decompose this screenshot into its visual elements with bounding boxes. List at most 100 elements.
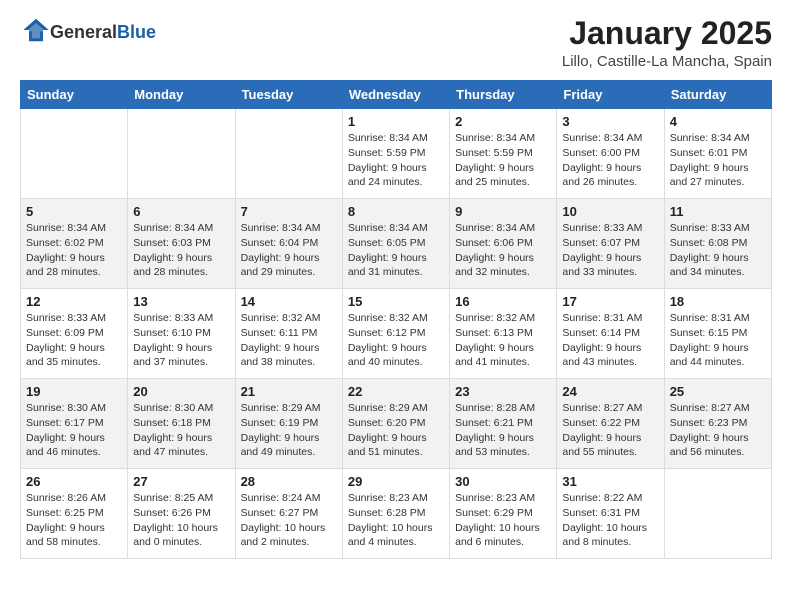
day-info: Sunrise: 8:32 AMSunset: 6:13 PMDaylight:… xyxy=(455,311,551,370)
day-info: Sunrise: 8:34 AMSunset: 6:01 PMDaylight:… xyxy=(670,131,766,190)
week-row-5: 26Sunrise: 8:26 AMSunset: 6:25 PMDayligh… xyxy=(21,469,772,559)
day-number: 4 xyxy=(670,114,766,129)
week-row-2: 5Sunrise: 8:34 AMSunset: 6:02 PMDaylight… xyxy=(21,199,772,289)
calendar-cell xyxy=(21,109,128,199)
day-info: Sunrise: 8:32 AMSunset: 6:11 PMDaylight:… xyxy=(241,311,337,370)
header: GeneralBlue January 2025 Lillo, Castille… xyxy=(20,16,772,70)
weekday-header-saturday: Saturday xyxy=(664,81,771,109)
day-info: Sunrise: 8:34 AMSunset: 6:06 PMDaylight:… xyxy=(455,221,551,280)
weekday-header-friday: Friday xyxy=(557,81,664,109)
day-number: 6 xyxy=(133,204,229,219)
day-info: Sunrise: 8:30 AMSunset: 6:17 PMDaylight:… xyxy=(26,401,122,460)
calendar-cell xyxy=(664,469,771,559)
calendar-cell: 13Sunrise: 8:33 AMSunset: 6:10 PMDayligh… xyxy=(128,289,235,379)
day-number: 5 xyxy=(26,204,122,219)
logo-icon xyxy=(22,16,50,44)
day-info: Sunrise: 8:33 AMSunset: 6:07 PMDaylight:… xyxy=(562,221,658,280)
day-info: Sunrise: 8:34 AMSunset: 5:59 PMDaylight:… xyxy=(455,131,551,190)
calendar-cell: 15 Sunrise: 8:32 AMSunset: 6:12 PMDayligh… xyxy=(342,289,449,379)
weekday-header-tuesday: Tuesday xyxy=(235,81,342,109)
calendar-cell: 26Sunrise: 8:26 AMSunset: 6:25 PMDayligh… xyxy=(21,469,128,559)
day-number: 11 xyxy=(670,204,766,219)
day-info: Sunrise: 8:31 AMSunset: 6:14 PMDaylight:… xyxy=(562,311,658,370)
day-number: 13 xyxy=(133,294,229,309)
calendar-cell: 4 Sunrise: 8:34 AMSunset: 6:01 PMDaylight… xyxy=(664,109,771,199)
day-number: 17 xyxy=(562,294,658,309)
day-info: Sunrise: 8:24 AMSunset: 6:27 PMDaylight:… xyxy=(241,491,337,550)
day-info: Sunrise: 8:22 AMSunset: 6:31 PMDaylight:… xyxy=(562,491,658,550)
calendar-cell: 18Sunrise: 8:31 AMSunset: 6:15 PMDayligh… xyxy=(664,289,771,379)
day-number: 24 xyxy=(562,384,658,399)
day-number: 31 xyxy=(562,474,658,489)
day-number: 16 xyxy=(455,294,551,309)
calendar-cell: 1 Sunrise: 8:34 AMSunset: 5:59 PMDaylight… xyxy=(342,109,449,199)
day-number: 1 xyxy=(348,114,444,129)
calendar-cell: 2 Sunrise: 8:34 AMSunset: 5:59 PMDaylight… xyxy=(450,109,557,199)
calendar-cell: 9 Sunrise: 8:34 AMSunset: 6:06 PMDaylight… xyxy=(450,199,557,289)
calendar-cell: 11 Sunrise: 8:33 AMSunset: 6:08 PMDayligh… xyxy=(664,199,771,289)
day-number: 9 xyxy=(455,204,551,219)
day-info: Sunrise: 8:29 AMSunset: 6:19 PMDaylight:… xyxy=(241,401,337,460)
calendar-cell: 14 Sunrise: 8:32 AMSunset: 6:11 PMDayligh… xyxy=(235,289,342,379)
calendar-cell: 25 Sunrise: 8:27 AMSunset: 6:23 PMDayligh… xyxy=(664,379,771,469)
weekday-header-thursday: Thursday xyxy=(450,81,557,109)
week-row-1: 1 Sunrise: 8:34 AMSunset: 5:59 PMDaylight… xyxy=(21,109,772,199)
day-info: Sunrise: 8:27 AMSunset: 6:23 PMDaylight:… xyxy=(670,401,766,460)
calendar-cell: 16 Sunrise: 8:32 AMSunset: 6:13 PMDayligh… xyxy=(450,289,557,379)
day-number: 19 xyxy=(26,384,122,399)
weekday-header-sunday: Sunday xyxy=(21,81,128,109)
day-number: 28 xyxy=(241,474,337,489)
day-number: 14 xyxy=(241,294,337,309)
day-info: Sunrise: 8:23 AMSunset: 6:29 PMDaylight:… xyxy=(455,491,551,550)
day-number: 30 xyxy=(455,474,551,489)
calendar-cell xyxy=(128,109,235,199)
calendar-cell: 7Sunrise: 8:34 AMSunset: 6:04 PMDaylight… xyxy=(235,199,342,289)
calendar-cell: 27 Sunrise: 8:25 AMSunset: 6:26 PMDayligh… xyxy=(128,469,235,559)
calendar-cell: 6 Sunrise: 8:34 AMSunset: 6:03 PMDaylight… xyxy=(128,199,235,289)
logo-text: GeneralBlue xyxy=(50,23,156,43)
calendar-cell: 22 Sunrise: 8:29 AMSunset: 6:20 PMDayligh… xyxy=(342,379,449,469)
day-number: 8 xyxy=(348,204,444,219)
calendar-cell: 20Sunrise: 8:30 AMSunset: 6:18 PMDayligh… xyxy=(128,379,235,469)
calendar-cell: 28 Sunrise: 8:24 AMSunset: 6:27 PMDayligh… xyxy=(235,469,342,559)
day-info: Sunrise: 8:32 AMSunset: 6:12 PMDaylight:… xyxy=(348,311,444,370)
day-info: Sunrise: 8:25 AMSunset: 6:26 PMDaylight:… xyxy=(133,491,229,550)
day-number: 21 xyxy=(241,384,337,399)
day-info: Sunrise: 8:27 AMSunset: 6:22 PMDaylight:… xyxy=(562,401,658,460)
day-info: Sunrise: 8:29 AMSunset: 6:20 PMDaylight:… xyxy=(348,401,444,460)
day-info: Sunrise: 8:33 AMSunset: 6:09 PMDaylight:… xyxy=(26,311,122,370)
day-number: 10 xyxy=(562,204,658,219)
day-info: Sunrise: 8:34 AMSunset: 6:03 PMDaylight:… xyxy=(133,221,229,280)
calendar-cell: 30 Sunrise: 8:23 AMSunset: 6:29 PMDayligh… xyxy=(450,469,557,559)
day-number: 12 xyxy=(26,294,122,309)
week-row-4: 19 Sunrise: 8:30 AMSunset: 6:17 PMDayligh… xyxy=(21,379,772,469)
day-number: 23 xyxy=(455,384,551,399)
logo-general: General xyxy=(50,22,117,42)
title-block: January 2025 Lillo, Castille-La Mancha, … xyxy=(562,16,772,70)
calendar-table: SundayMondayTuesdayWednesdayThursdayFrid… xyxy=(20,80,772,559)
calendar-cell: 31 Sunrise: 8:22 AMSunset: 6:31 PMDayligh… xyxy=(557,469,664,559)
day-number: 25 xyxy=(670,384,766,399)
calendar-cell xyxy=(235,109,342,199)
day-number: 27 xyxy=(133,474,229,489)
day-number: 22 xyxy=(348,384,444,399)
day-number: 29 xyxy=(348,474,444,489)
day-info: Sunrise: 8:23 AMSunset: 6:28 PMDaylight:… xyxy=(348,491,444,550)
calendar-cell: 19 Sunrise: 8:30 AMSunset: 6:17 PMDayligh… xyxy=(21,379,128,469)
calendar-cell: 24 Sunrise: 8:27 AMSunset: 6:22 PMDayligh… xyxy=(557,379,664,469)
day-number: 15 xyxy=(348,294,444,309)
weekday-header-row: SundayMondayTuesdayWednesdayThursdayFrid… xyxy=(21,81,772,109)
calendar-title: January 2025 xyxy=(562,16,772,51)
calendar-cell: 12 Sunrise: 8:33 AMSunset: 6:09 PMDayligh… xyxy=(21,289,128,379)
weekday-header-monday: Monday xyxy=(128,81,235,109)
calendar-cell: 5Sunrise: 8:34 AMSunset: 6:02 PMDaylight… xyxy=(21,199,128,289)
day-number: 2 xyxy=(455,114,551,129)
calendar-cell: 23Sunrise: 8:28 AMSunset: 6:21 PMDayligh… xyxy=(450,379,557,469)
day-info: Sunrise: 8:26 AMSunset: 6:25 PMDaylight:… xyxy=(26,491,122,550)
day-info: Sunrise: 8:33 AMSunset: 6:08 PMDaylight:… xyxy=(670,221,766,280)
calendar-subtitle: Lillo, Castille-La Mancha, Spain xyxy=(562,53,772,70)
day-info: Sunrise: 8:34 AMSunset: 6:04 PMDaylight:… xyxy=(241,221,337,280)
logo: GeneralBlue xyxy=(20,16,156,49)
calendar-cell: 8Sunrise: 8:34 AMSunset: 6:05 PMDaylight… xyxy=(342,199,449,289)
day-info: Sunrise: 8:34 AMSunset: 5:59 PMDaylight:… xyxy=(348,131,444,190)
